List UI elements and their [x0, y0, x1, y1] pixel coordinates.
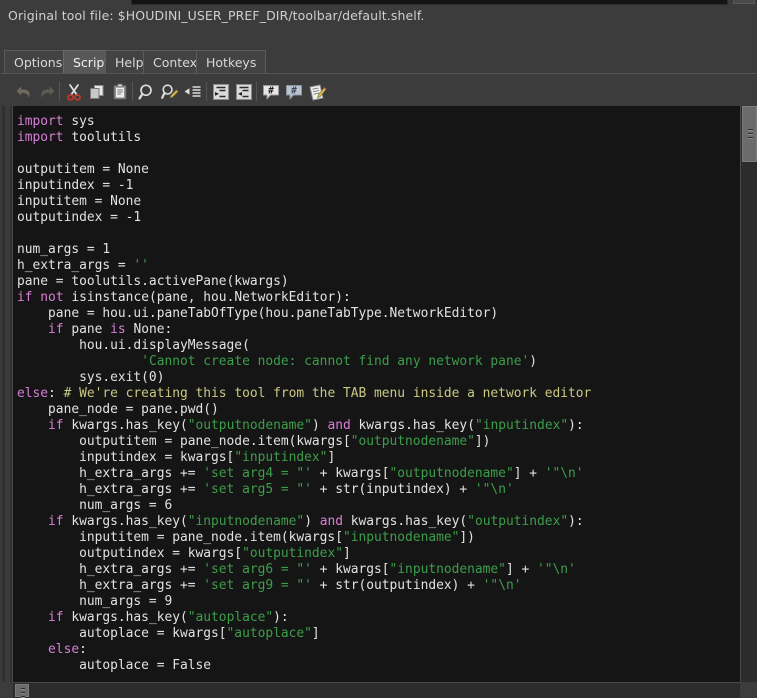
horizontal-scrollbar[interactable] — [13, 682, 740, 698]
toolbar-separator-1 — [59, 82, 60, 101]
external-editor-icon[interactable] — [307, 82, 327, 102]
script-editor: import sys import toolutils outputitem =… — [0, 106, 757, 698]
python-source[interactable]: import sys import toolutils outputitem =… — [13, 106, 740, 674]
svg-text:#: # — [291, 86, 297, 97]
indent-right-icon[interactable] — [211, 82, 231, 102]
tab-hotkeys[interactable]: Hotkeys — [196, 50, 267, 73]
horizontal-scrollbar-grip — [21, 688, 25, 698]
paste-icon[interactable] — [110, 82, 130, 102]
clipped-browse-button[interactable] — [733, 0, 755, 4]
tool-editor-window: Original tool file: $HOUDINI_USER_PREF_D… — [0, 0, 757, 698]
editor-gutter — [2, 106, 13, 682]
vertical-scrollbar[interactable] — [740, 106, 757, 682]
toolbar-separator-3 — [206, 82, 207, 101]
goto-line-icon[interactable] — [183, 82, 203, 102]
editor-toolbar: # # — [0, 78, 757, 106]
code-text-area[interactable]: import sys import toolutils outputitem =… — [13, 106, 740, 682]
toolbar-separator-4 — [256, 82, 257, 101]
scrollbar-corner — [740, 682, 757, 698]
horizontal-scrollbar-thumb[interactable] — [15, 684, 29, 698]
uncomment-icon[interactable]: # — [284, 82, 304, 102]
redo-icon[interactable] — [37, 82, 57, 102]
copy-icon[interactable] — [87, 82, 107, 102]
cut-icon[interactable] — [64, 82, 84, 102]
tab-bar-underline — [0, 73, 757, 74]
svg-text:#: # — [268, 86, 274, 97]
indent-left-icon[interactable] — [234, 82, 254, 102]
comment-icon[interactable]: # — [261, 82, 281, 102]
tab-options[interactable]: Options — [4, 50, 73, 73]
find-icon[interactable] — [137, 82, 157, 102]
original-tool-file-label: Original tool file: $HOUDINI_USER_PREF_D… — [8, 8, 425, 23]
undo-icon[interactable] — [14, 82, 34, 102]
clipped-field-row — [0, 0, 757, 6]
clipped-text-field[interactable] — [131, 0, 728, 5]
tab-bar: Options Script Help Context Hotkeys — [0, 50, 757, 74]
toolbar-separator-2 — [132, 82, 133, 101]
vertical-scrollbar-grip — [748, 129, 753, 140]
vertical-scrollbar-thumb[interactable] — [742, 106, 757, 162]
find-replace-icon[interactable] — [160, 82, 180, 102]
editor-gutter-track — [5, 106, 10, 682]
